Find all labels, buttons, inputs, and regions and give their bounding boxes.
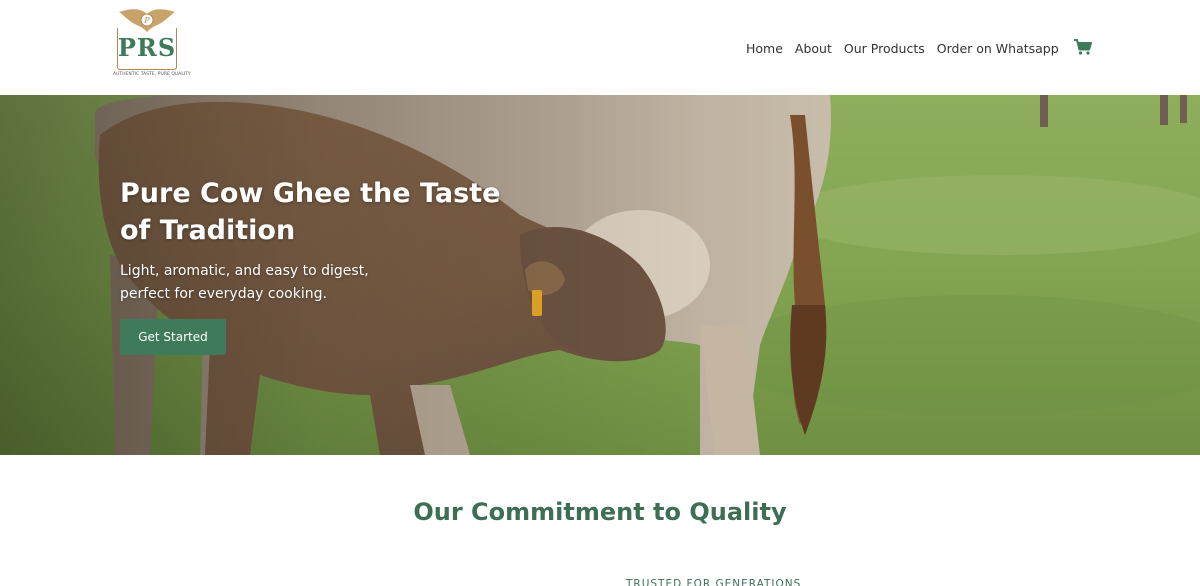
hero-banner: Pure Cow Ghee the Taste of Tradition Lig… [0,95,1200,455]
hero-title: Pure Cow Ghee the Taste of Tradition [120,178,501,246]
brand-logo[interactable]: P PRS AUTHENTIC TASTE, PURE QUALITY [113,8,191,80]
site-header: P PRS AUTHENTIC TASTE, PURE QUALITY Home… [0,0,1200,95]
nav-about[interactable]: About [795,41,832,56]
get-started-button[interactable]: Get Started [120,319,226,355]
main-nav: Home About Our Products Order on Whatsap… [746,38,1071,58]
svg-text:P: P [143,16,150,25]
commitment-title: Our Commitment to Quality [413,498,787,526]
nav-home[interactable]: Home [746,41,783,56]
logo-brand-text: PRS [117,33,177,62]
nav-our-products[interactable]: Our Products [844,41,925,56]
logo-tagline: AUTHENTIC TASTE, PURE QUALITY [113,72,191,77]
hero-subtitle: Light, aromatic, and easy to digest, per… [120,263,369,302]
nav-order-on-whatsapp[interactable]: Order on Whatsapp [937,41,1059,56]
shopping-cart-icon[interactable] [1073,38,1093,56]
commitment-eyebrow: TRUSTED FOR GENERATIONS [626,578,802,586]
